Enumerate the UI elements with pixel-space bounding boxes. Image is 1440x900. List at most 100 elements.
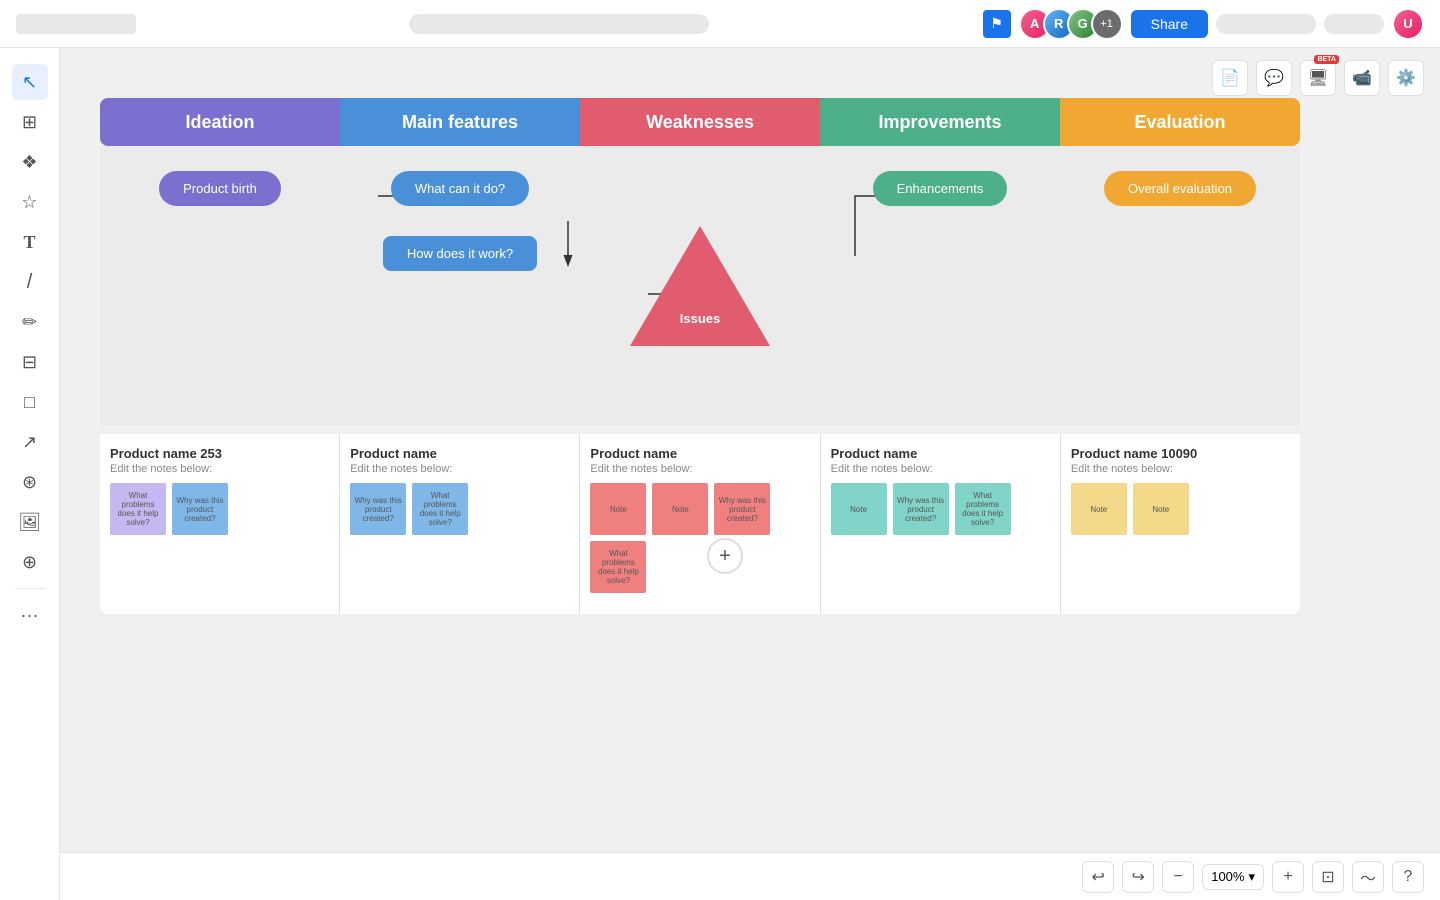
sidebar-chart-btn[interactable]: ↗ — [12, 424, 48, 460]
sidebar-cursor-btn[interactable]: ↖ — [12, 64, 48, 100]
settings-icon-btn[interactable]: ⚙️ — [1388, 60, 1424, 96]
top-bar-search-bar[interactable] — [409, 14, 709, 34]
share-button[interactable]: Share — [1131, 10, 1208, 38]
top-bar-right: ⚑ A R G +1 Share U — [983, 8, 1424, 40]
sidebar-line-btn[interactable]: / — [12, 264, 48, 300]
animate-button[interactable]: 〜 — [1352, 861, 1384, 893]
node-overall-evaluation[interactable]: Overall evaluation — [1104, 171, 1256, 206]
zoom-dropdown-icon: ▾ — [1248, 869, 1255, 885]
sidebar-divider — [15, 588, 45, 589]
sticky-3-3[interactable]: Why was this product created? — [714, 483, 770, 535]
left-sidebar: ↖ ⊞ ❖ ☆ T / ✏ ⊟ □ ↗ ⊛ 🖼 ⊕ ··· — [0, 48, 60, 900]
sticky-5-1[interactable]: Note — [1071, 483, 1127, 535]
note-card-title-4: Product name — [831, 446, 1050, 461]
node-issues-label: Issues — [680, 311, 720, 326]
sidebar-text-btn[interactable]: T — [12, 224, 48, 260]
sticky-1-2[interactable]: Why was this product created? — [172, 483, 228, 535]
sidebar-pen-btn[interactable]: ✏ — [12, 304, 48, 340]
zoom-control[interactable]: 100% ▾ — [1202, 864, 1264, 890]
col-header-main-features: Main features — [340, 98, 580, 146]
stickies-1: What problems does it help solve? Why wa… — [110, 483, 329, 535]
sticky-2-2[interactable]: What problems does it help solve? — [412, 483, 468, 535]
sticky-5-2[interactable]: Note — [1133, 483, 1189, 535]
bottom-bar: ↩ ↪ − 100% ▾ + ⊡ 〜 ? — [60, 852, 1440, 900]
col-header-ideation: Ideation — [100, 98, 340, 146]
sidebar-embed-btn[interactable]: ⊕ — [12, 544, 48, 580]
node-enhancements[interactable]: Enhancements — [873, 171, 1008, 206]
col-header-evaluation: Evaluation — [1060, 98, 1300, 146]
top-bar: ⚑ A R G +1 Share U — [0, 0, 1440, 48]
note-card-subtitle-3: Edit the notes below: — [590, 463, 809, 475]
zoom-value: 100% — [1211, 869, 1244, 884]
note-card-features: Product name Edit the notes below: Why w… — [340, 434, 580, 614]
node-issues-container[interactable]: Issues — [630, 226, 770, 346]
note-card-subtitle-1: Edit the notes below: — [110, 463, 329, 475]
top-bar-left — [16, 14, 136, 34]
sticky-4-3[interactable]: What problems does it help solve? — [955, 483, 1011, 535]
sticky-3-2[interactable]: Note — [652, 483, 708, 535]
fit-view-button[interactable]: ⊡ — [1312, 861, 1344, 893]
note-card-subtitle-4: Edit the notes below: — [831, 463, 1050, 475]
note-card-improvements: Product name Edit the notes below: Note … — [821, 434, 1061, 614]
stickies-3: Note Note Why was this product created? … — [590, 483, 809, 593]
stickies-2: Why was this product created? What probl… — [350, 483, 569, 535]
sticky-4-2[interactable]: Why was this product created? — [893, 483, 949, 535]
flag-icon: ⚑ — [983, 10, 1011, 38]
note-card-weaknesses: Product name Edit the notes below: Note … — [580, 434, 820, 614]
col-header-improvements: Improvements — [820, 98, 1060, 146]
redo-button[interactable]: ↪ — [1122, 861, 1154, 893]
user-avatar[interactable]: U — [1392, 8, 1424, 40]
sidebar-sticky-btn[interactable]: □ — [12, 384, 48, 420]
node-what-can-it-do[interactable]: What can it do? — [391, 171, 529, 206]
diagram-wrapper: Ideation Main features Weaknesses Improv… — [100, 98, 1350, 614]
flow-col-ideation: Product birth — [100, 146, 340, 426]
add-button[interactable]: + — [707, 538, 743, 574]
note-card-subtitle-2: Edit the notes below: — [350, 463, 569, 475]
sidebar-image-btn[interactable]: 🖼 — [12, 504, 48, 540]
undo-button[interactable]: ↩ — [1082, 861, 1114, 893]
zoom-out-button[interactable]: − — [1162, 861, 1194, 893]
sticky-2-1[interactable]: Why was this product created? — [350, 483, 406, 535]
note-card-evaluation: Product name 10090 Edit the notes below:… — [1061, 434, 1300, 614]
sidebar-more-btn[interactable]: ··· — [12, 597, 48, 633]
note-card-ideation: Product name 253 Edit the notes below: W… — [100, 434, 340, 614]
comments-icon-btn[interactable]: 💬 — [1256, 60, 1292, 96]
sticky-1-1[interactable]: What problems does it help solve? — [110, 483, 166, 535]
note-card-title-5: Product name 10090 — [1071, 446, 1290, 461]
video-icon-btn[interactable]: 📹 — [1344, 60, 1380, 96]
sticky-3-4[interactable]: What problems does it help solve? — [590, 541, 646, 593]
col-header-weaknesses: Weaknesses — [580, 98, 820, 146]
node-how-does-it-work[interactable]: How does it work? — [383, 236, 537, 271]
columns-header: Ideation Main features Weaknesses Improv… — [100, 98, 1300, 146]
sticky-4-1[interactable]: Note — [831, 483, 887, 535]
note-cards-section: Product name 253 Edit the notes below: W… — [100, 434, 1300, 614]
note-card-title-1: Product name 253 — [110, 446, 329, 461]
present-icon-btn[interactable]: 🖥 BETA — [1300, 60, 1336, 96]
sticky-3-1[interactable]: Note — [590, 483, 646, 535]
flow-col-evaluation: Overall evaluation — [1060, 146, 1300, 426]
sidebar-shapes-btn[interactable]: ❖ — [12, 144, 48, 180]
sidebar-table-btn[interactable]: ⊟ — [12, 344, 48, 380]
sidebar-flowchart-btn[interactable]: ⊛ — [12, 464, 48, 500]
toolbar-right: 📄 💬 🖥 BETA 📹 ⚙️ — [1212, 60, 1424, 96]
stickies-4: Note Why was this product created? What … — [831, 483, 1050, 535]
view-control-pill[interactable] — [1216, 14, 1316, 34]
flow-area: Product birth What can it do? How does i… — [100, 146, 1300, 426]
note-card-title-3: Product name — [590, 446, 809, 461]
sidebar-frames-btn[interactable]: ⊞ — [12, 104, 48, 140]
flow-col-features: What can it do? How does it work? — [340, 146, 580, 426]
note-card-title-2: Product name — [350, 446, 569, 461]
zoom-in-button[interactable]: + — [1272, 861, 1304, 893]
avatar-group: A R G +1 — [1019, 8, 1123, 40]
flow-col-weaknesses: Issues — [580, 146, 820, 426]
menu-pill[interactable] — [1324, 14, 1384, 34]
node-product-birth[interactable]: Product birth — [159, 171, 281, 206]
frames-icon-btn[interactable]: 📄 — [1212, 60, 1248, 96]
help-button[interactable]: ? — [1392, 861, 1424, 893]
flow-col-improvements: Enhancements — [820, 146, 1060, 426]
sidebar-favorites-btn[interactable]: ☆ — [12, 184, 48, 220]
main-canvas[interactable]: Ideation Main features Weaknesses Improv… — [60, 48, 1440, 900]
avatar-count: +1 — [1091, 8, 1123, 40]
top-bar-title-placeholder — [16, 14, 136, 34]
stickies-5: Note Note — [1071, 483, 1290, 535]
